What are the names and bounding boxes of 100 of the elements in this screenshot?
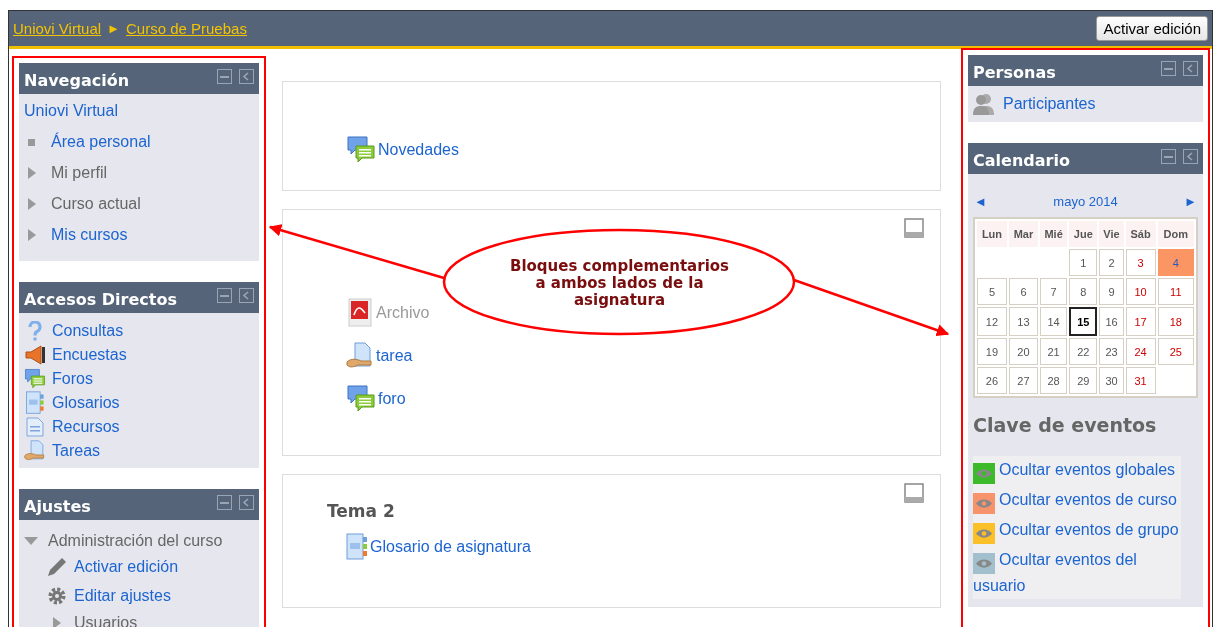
dock-icon[interactable] [1183,61,1198,76]
minimize-icon[interactable] [217,69,232,84]
event-color-swatch[interactable] [973,493,995,514]
eye-icon [975,528,993,539]
collapse-arrow-icon[interactable] [24,536,38,546]
activity-link[interactable]: Novedades [378,141,459,159]
breadcrumb-link[interactable]: Curso de Pruebas [126,20,247,37]
calendar-day[interactable]: 1 [1069,249,1098,276]
calendar-day[interactable]: 3 [1125,249,1156,276]
shortcut-link[interactable]: Encuestas [52,346,127,364]
calendar-day[interactable]: 11 [1157,278,1194,305]
calendar-day[interactable]: 27 [1008,367,1038,394]
calendar-day[interactable]: 26 [977,367,1007,394]
shortcut-link[interactable]: Foros [52,370,93,388]
minimize-icon[interactable] [1161,149,1176,164]
calendar-day[interactable]: 22 [1069,338,1098,365]
breadcrumb-link[interactable]: Uniovi Virtual [13,20,102,37]
shortcut-link[interactable]: Recursos [52,418,120,436]
calendar-day[interactable]: 25 [1157,338,1194,365]
next-month-button[interactable]: ► [1184,194,1197,209]
dock-icon[interactable] [1183,149,1198,164]
section-toggle-icon[interactable] [904,218,924,238]
calendar-day[interactable]: 13 [1008,307,1038,336]
calendar-day[interactable]: 16 [1099,307,1124,336]
nav-item[interactable]: Área personal [51,133,151,151]
activity-link[interactable]: tarea [376,347,413,365]
section-toggle-icon[interactable] [904,483,924,503]
nav-item[interactable]: Mi perfil [51,164,107,182]
calendar-day[interactable]: 29 [1069,367,1098,394]
calendar-day[interactable]: 21 [1040,338,1068,365]
calendar-day[interactable]: 5 [977,278,1007,305]
calendar-day[interactable]: 8 [1069,278,1098,305]
settings-link[interactable]: Activar edición [74,558,179,576]
block-title: Personas [973,63,1056,82]
activity-link[interactable]: Archivo [376,304,430,322]
calendar-day[interactable]: 19 [977,338,1007,365]
shortcut-link[interactable]: Tareas [52,442,101,460]
calendar-day[interactable]: 2 [1099,249,1124,276]
megaphone-icon [24,345,46,365]
calendar-day[interactable]: 30 [1099,367,1124,394]
eye-icon [975,468,993,479]
minimize-icon[interactable] [1161,61,1176,76]
calendar-day[interactable]: 7 [1040,278,1068,305]
calendar-day[interactable]: 23 [1099,338,1124,365]
month-title: mayo 2014 [1053,194,1118,209]
calendar-day[interactable]: 10 [1125,278,1156,305]
nav-item[interactable]: Curso actual [51,195,141,213]
event-key-link[interactable]: Ocultar eventos de grupo [973,518,1181,544]
dock-icon[interactable] [239,288,254,303]
event-color-swatch[interactable] [973,463,995,484]
expand-arrow-icon[interactable] [27,198,36,210]
event-color-swatch[interactable] [973,553,995,574]
nav-item[interactable]: Mis cursos [51,226,128,244]
nav-item[interactable]: Uniovi Virtual [24,102,118,120]
calendar-day[interactable]: 28 [1040,367,1068,394]
calendar-day[interactable]: 9 [1099,278,1124,305]
expand-arrow-icon[interactable] [53,617,61,627]
callout-text: Bloques complementarios a ambos lados de la asignatura [508,258,730,309]
calendar-day[interactable]: 31 [1125,367,1156,394]
dock-icon[interactable] [239,495,254,510]
calendar-day[interactable]: 15 [1069,307,1098,336]
calendar-day[interactable]: 20 [1008,338,1038,365]
weekday-label: Mar [1008,221,1038,247]
expand-arrow-icon[interactable] [27,167,36,179]
calendar-day[interactable]: 17 [1125,307,1156,336]
expand-arrow-icon[interactable] [27,229,36,241]
glossary-book-icon [346,533,368,561]
activity-link[interactable]: Glosario de asignatura [370,538,531,556]
calendar-day[interactable]: 14 [1040,307,1068,336]
calendar-day[interactable]: 6 [1008,278,1038,305]
previous-month-button[interactable]: ◄ [974,194,987,209]
participants-link[interactable]: Participantes [1003,95,1096,113]
chat-bubbles-icon [346,384,376,414]
event-key-link[interactable]: Ocultar eventos de curso [973,488,1181,514]
event-key-title: Clave de eventos [972,413,1158,438]
pencil-icon [46,556,68,578]
document-on-hand-icon [24,439,46,463]
dock-icon[interactable] [239,69,254,84]
minimize-icon[interactable] [217,288,232,303]
eye-icon [975,558,993,569]
shortcut-link[interactable]: Glosarios [52,394,120,412]
eye-icon [975,498,993,509]
event-color-swatch[interactable] [973,523,995,544]
settings-item[interactable]: Administración del curso [48,532,223,550]
calendar-day[interactable]: 12 [977,307,1007,336]
minimize-icon[interactable] [217,495,232,510]
document-icon [24,417,46,437]
glossary-book-icon [24,391,46,415]
edit-mode-button[interactable]: Activar edición [1096,16,1208,41]
shortcut-link[interactable]: Consultas [52,322,124,340]
settings-link[interactable]: Editar ajustes [74,587,171,605]
event-key-link[interactable]: Ocultar eventos globales [973,458,1181,484]
activity-link[interactable]: foro [378,390,406,408]
calendar-day[interactable]: 4 [1157,249,1194,276]
calendar-day[interactable]: 24 [1125,338,1156,365]
chat-bubbles-icon [346,135,376,165]
calendar-day[interactable]: 18 [1157,307,1194,336]
people-icon [973,93,995,115]
event-key-link[interactable]: Ocultar eventos del usuario [973,548,1181,597]
weekday-label: Jue [1069,221,1098,247]
